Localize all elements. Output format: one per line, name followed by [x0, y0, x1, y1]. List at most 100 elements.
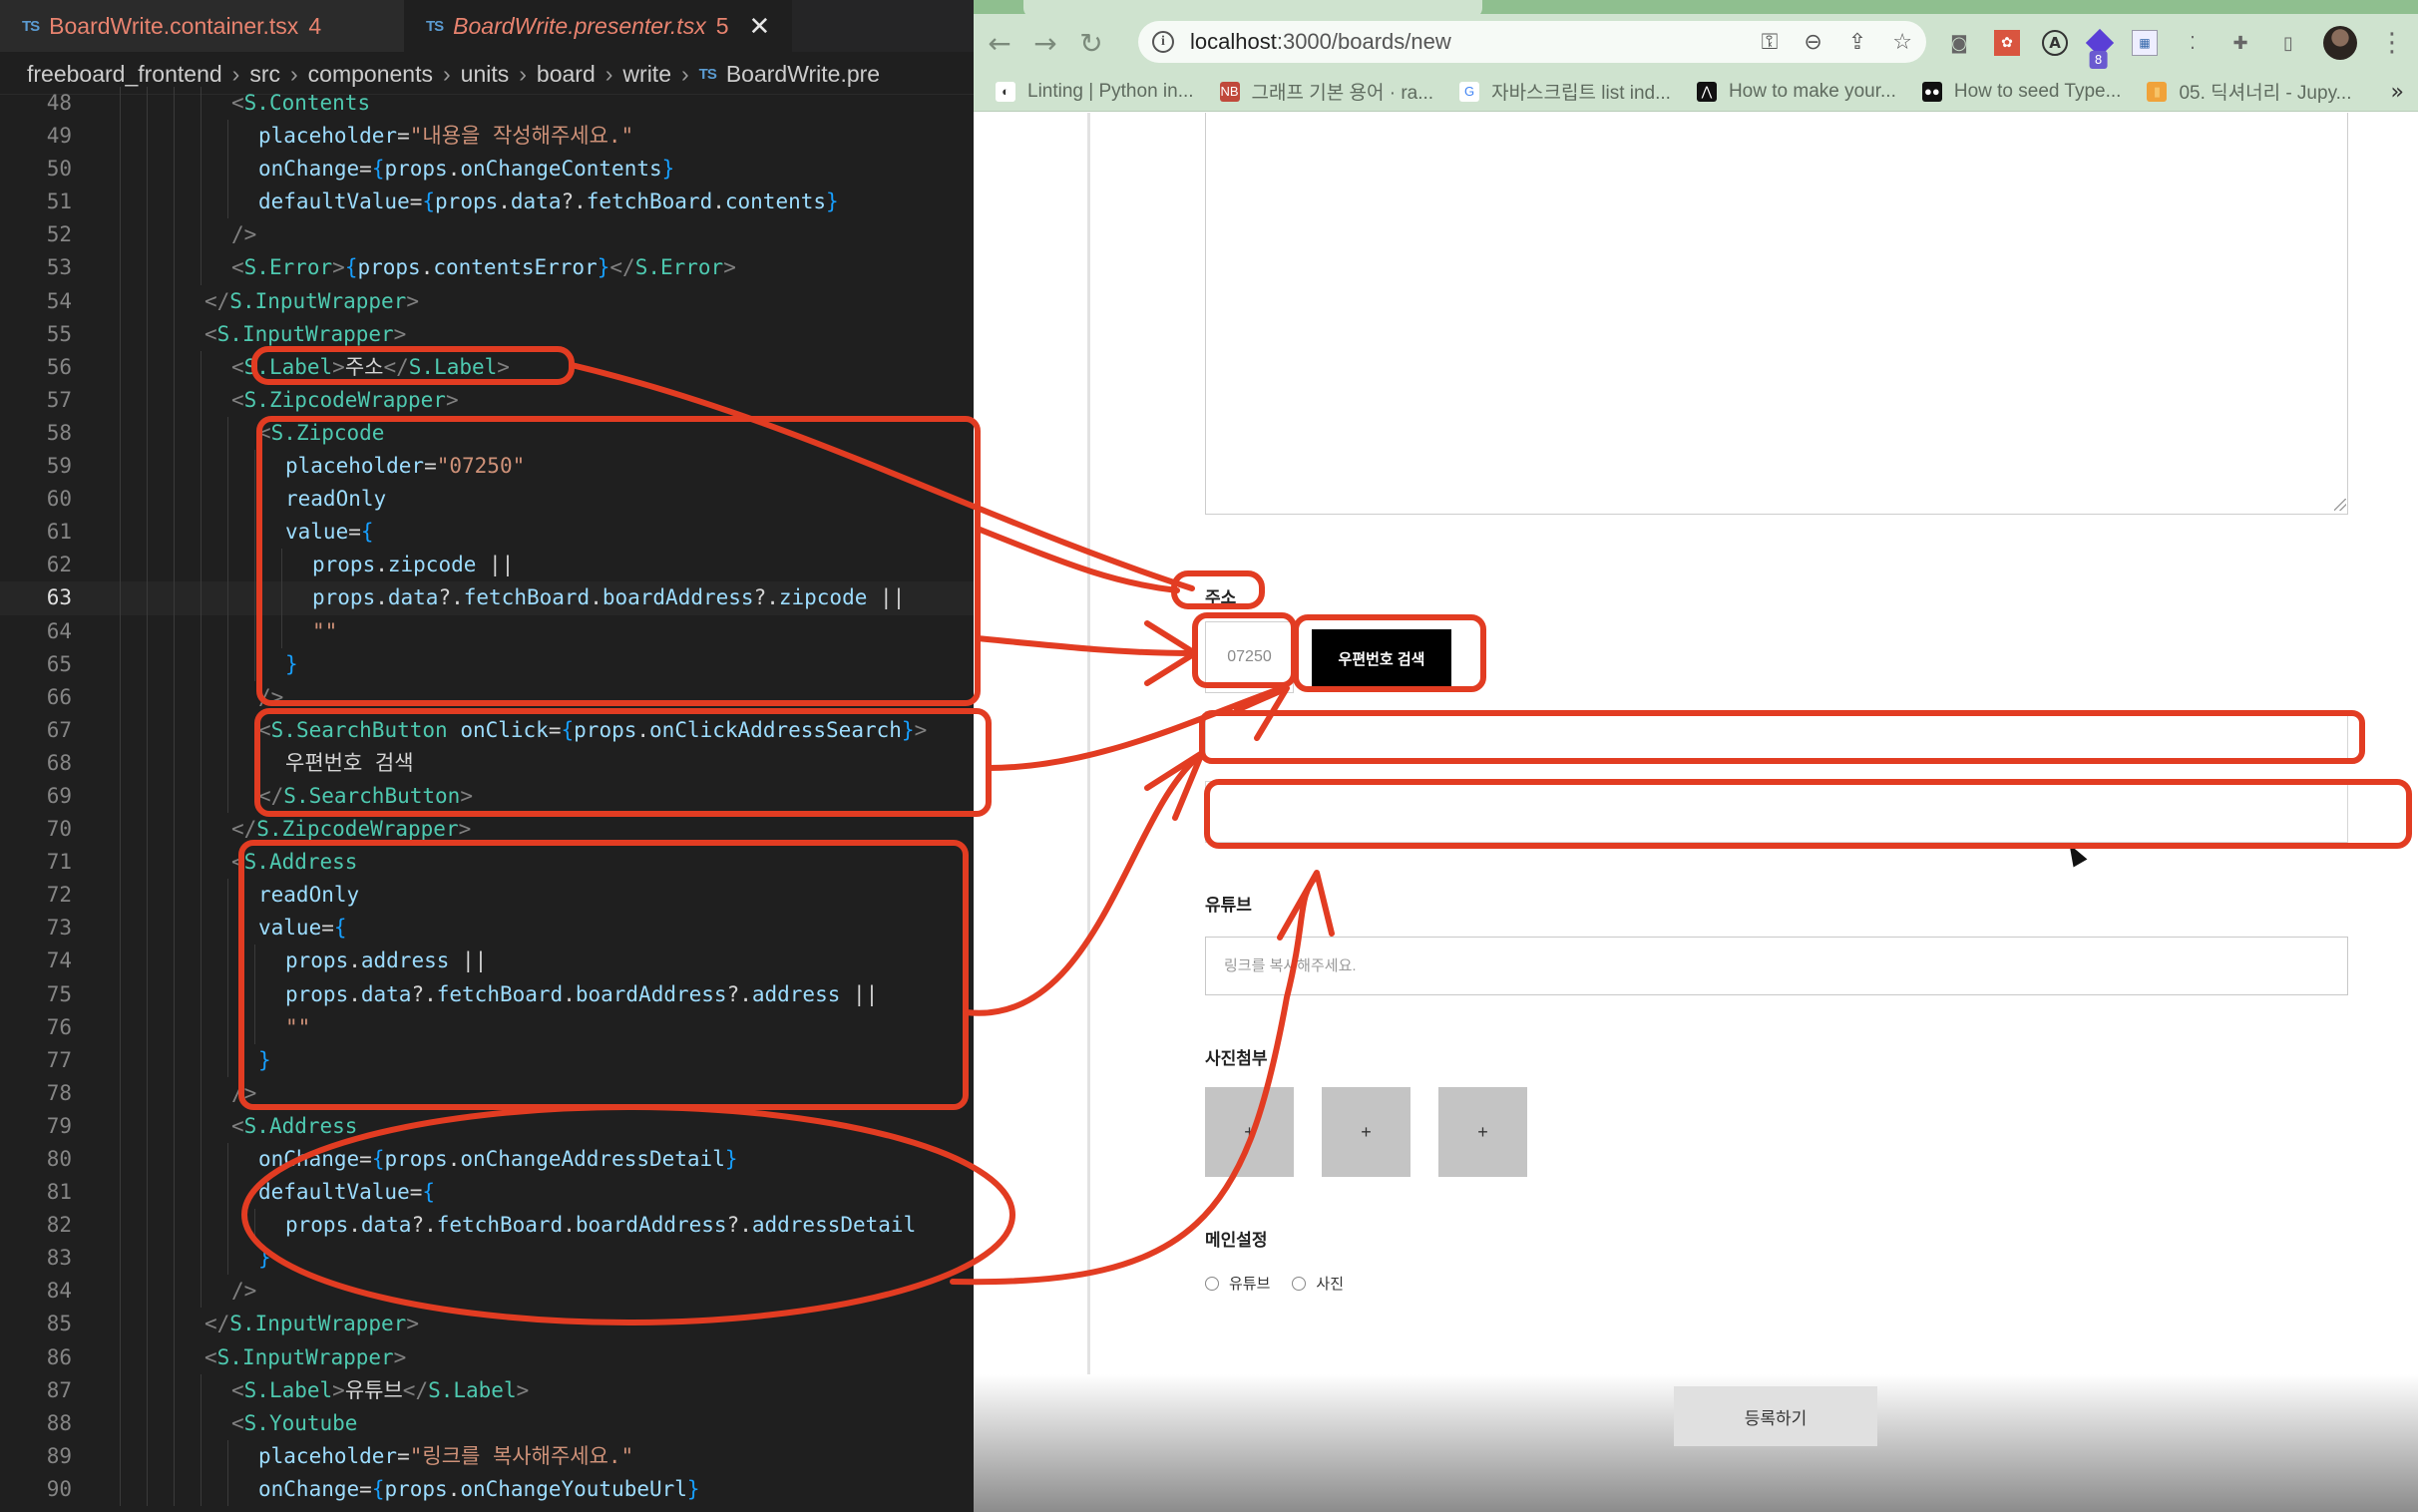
code-line[interactable]: 76 ""	[0, 1010, 974, 1044]
zipcode-input[interactable]	[1205, 621, 1294, 693]
sheet-extension-icon[interactable]: ▦	[2132, 30, 2158, 56]
code-line[interactable]: 84 />	[0, 1275, 974, 1309]
react-devtools-extension-icon[interactable]: ✿	[1994, 30, 2020, 56]
breadcrumb-item[interactable]: board	[537, 61, 596, 88]
code-line[interactable]: 74 props.address ||	[0, 945, 974, 978]
code-line[interactable]: 66 />	[0, 680, 974, 714]
tab-boardwrite-presenter[interactable]: TS BoardWrite.presenter.tsx 5 ✕	[404, 0, 793, 52]
code-line[interactable]: 56 <S.Label>주소</S.Label>	[0, 350, 974, 384]
forward-icon[interactable]: →	[1025, 23, 1065, 63]
code-line[interactable]: 58 <S.Zipcode	[0, 416, 974, 451]
contents-textarea[interactable]	[1205, 113, 2348, 515]
stack-extension-icon[interactable]: 8	[2085, 28, 2115, 69]
site-info-icon[interactable]: i	[1152, 31, 1174, 53]
a-extension-icon[interactable]: A	[2042, 30, 2068, 56]
code-line[interactable]: 55 <S.InputWrapper>	[0, 317, 974, 351]
address-bar[interactable]: i localhost:3000/boards/new ⚿ ⊖ ⇪ ☆	[1138, 21, 1926, 63]
address-detail-input[interactable]	[1205, 781, 2348, 843]
code-line[interactable]: 57 <S.ZipcodeWrapper>	[0, 383, 974, 417]
code-line[interactable]: 73 value={	[0, 912, 974, 945]
code-line[interactable]: 72 readOnly	[0, 879, 974, 913]
bookmark-item[interactable]: NB 그래프 기본 용어 · ra...	[1219, 78, 1433, 105]
youtube-url-input[interactable]	[1205, 937, 2348, 995]
bookmark-item[interactable]: ●● How to seed Type...	[1921, 81, 2121, 103]
code-line[interactable]: 62 props.zipcode ||	[0, 549, 974, 582]
close-icon[interactable]: ✕	[749, 11, 771, 42]
code-line[interactable]: 67 <S.SearchButton onClick={props.onClick…	[0, 713, 974, 747]
code-line[interactable]: 63 props.data?.fetchBoard.boardAddress?.z…	[0, 581, 974, 615]
photo-upload-button[interactable]: +	[1438, 1087, 1527, 1177]
bookmark-item[interactable]: G 자바스크립트 list ind...	[1459, 78, 1671, 105]
submit-button[interactable]: 등록하기	[1674, 1386, 1877, 1446]
share-icon[interactable]: ⇪	[1848, 30, 1866, 55]
code-line[interactable]: 82 props.data?.fetchBoard.boardAddress?.a…	[0, 1209, 974, 1243]
code-line[interactable]: 49 placeholder="내용을 작성해주세요."	[0, 120, 974, 154]
photo-upload-button[interactable]: +	[1205, 1087, 1294, 1177]
breadcrumb-item[interactable]: units	[461, 61, 510, 88]
code-line[interactable]: 79 <S.Address	[0, 1109, 974, 1143]
breadcrumb-item[interactable]: components	[308, 61, 433, 88]
code-line[interactable]: 87 <S.Label>유튜브</S.Label>	[0, 1373, 974, 1407]
code-line[interactable]: 68 우편번호 검색	[0, 746, 974, 780]
code-line[interactable]: 80 onChange={props.onChangeAddressDetail}	[0, 1143, 974, 1177]
code-line[interactable]: 53 <S.Error>{props.contentsError}</S.Erro…	[0, 251, 974, 285]
code-line[interactable]: 78 />	[0, 1076, 974, 1110]
puzzle-extensions-icon[interactable]: ✚	[2227, 30, 2253, 56]
bookmark-item[interactable]: ◐ Linting | Python in...	[996, 81, 1194, 103]
browser-menu-icon[interactable]: ⋮	[2379, 28, 2405, 58]
bookmark-item[interactable]: ⋀ How to make your...	[1696, 81, 1896, 103]
bookmark-item[interactable]: ▮ 05. 딕셔너리 - Jupy...	[2147, 78, 2352, 105]
reload-icon[interactable]: ↻	[1071, 23, 1111, 63]
code-line[interactable]: 61 value={	[0, 516, 974, 550]
code-line[interactable]: 52 />	[0, 218, 974, 252]
code-line[interactable]: 88 <S.Youtube	[0, 1406, 974, 1440]
zipcode-search-button[interactable]: 우편번호 검색	[1312, 629, 1451, 687]
code-line[interactable]: 90 onChange={props.onChangeYoutubeUrl}	[0, 1472, 974, 1507]
code-line[interactable]: 48 <S.Contents	[0, 87, 974, 121]
code-line[interactable]: 60 readOnly	[0, 483, 974, 517]
code-line[interactable]: 54 </S.InputWrapper>	[0, 284, 974, 318]
key-icon[interactable]: ⚿	[1762, 30, 1779, 55]
code-line[interactable]: 50 onChange={props.onChangeContents}	[0, 153, 974, 187]
url-text[interactable]: localhost:3000/boards/new	[1190, 29, 1451, 55]
code-line[interactable]: 69 </S.SearchButton>	[0, 779, 974, 814]
back-icon[interactable]: ←	[980, 23, 1019, 63]
indent-guide	[174, 317, 175, 351]
star-icon[interactable]: ☆	[1892, 30, 1912, 55]
code-line[interactable]: 70 </S.ZipcodeWrapper>	[0, 813, 974, 847]
code-line[interactable]: 89 placeholder="링크를 복사해주세요."	[0, 1439, 974, 1473]
code-line[interactable]: 85 </S.InputWrapper>	[0, 1308, 974, 1341]
radio-button[interactable]	[1205, 1276, 1219, 1291]
code-area[interactable]: 48 <S.Contents 49 placeholder="내용을 작성해주세요."…	[0, 87, 974, 1507]
code-line[interactable]: 77}	[0, 1043, 974, 1077]
more-bookmarks-icon[interactable]: »	[2391, 80, 2404, 105]
breadcrumb-item[interactable]: freeboard_frontend	[27, 61, 222, 88]
code-token: ||	[476, 553, 515, 577]
side-panel-icon[interactable]: ▯	[2275, 30, 2301, 56]
code-line[interactable]: 71 <S.Address	[0, 846, 974, 880]
code-line[interactable]: 51 defaultValue={props.data?.fetchBoard.c…	[0, 186, 974, 219]
photo-upload-button[interactable]: +	[1322, 1087, 1410, 1177]
dots-extension-icon[interactable]: ⁚	[2180, 30, 2206, 56]
breadcrumb-item[interactable]: BoardWrite.pre	[726, 61, 880, 88]
code-line[interactable]: 81 defaultValue={	[0, 1176, 974, 1210]
code-line[interactable]: 64 ""	[0, 614, 974, 648]
resize-handle-icon[interactable]	[2334, 499, 2346, 511]
address-input[interactable]	[1205, 711, 2348, 761]
code-line[interactable]: 65}	[0, 647, 974, 681]
code-line[interactable]: 75 props.data?.fetchBoard.boardAddress?.a…	[0, 977, 974, 1011]
breadcrumb-item[interactable]: write	[622, 61, 671, 88]
radio-youtube[interactable]: 유튜브	[1205, 1273, 1270, 1294]
radio-button[interactable]	[1292, 1276, 1307, 1291]
camera-extension-icon[interactable]: ◙	[1946, 30, 1972, 56]
radio-photo[interactable]: 사진	[1292, 1273, 1344, 1294]
zoom-icon[interactable]: ⊖	[1804, 30, 1821, 55]
tab-boardwrite-container[interactable]: TS BoardWrite.container.tsx 4	[0, 0, 404, 52]
line-number: 86	[46, 1344, 72, 1369]
breadcrumb-item[interactable]: src	[249, 61, 280, 88]
profile-avatar[interactable]	[2323, 26, 2357, 60]
code-line[interactable]: 86 <S.InputWrapper>	[0, 1340, 974, 1374]
code-text: defaultValue={props.data?.fetchBoard.con…	[258, 186, 839, 218]
code-line[interactable]: 83}	[0, 1242, 974, 1276]
code-line[interactable]: 59 placeholder="07250"	[0, 450, 974, 484]
